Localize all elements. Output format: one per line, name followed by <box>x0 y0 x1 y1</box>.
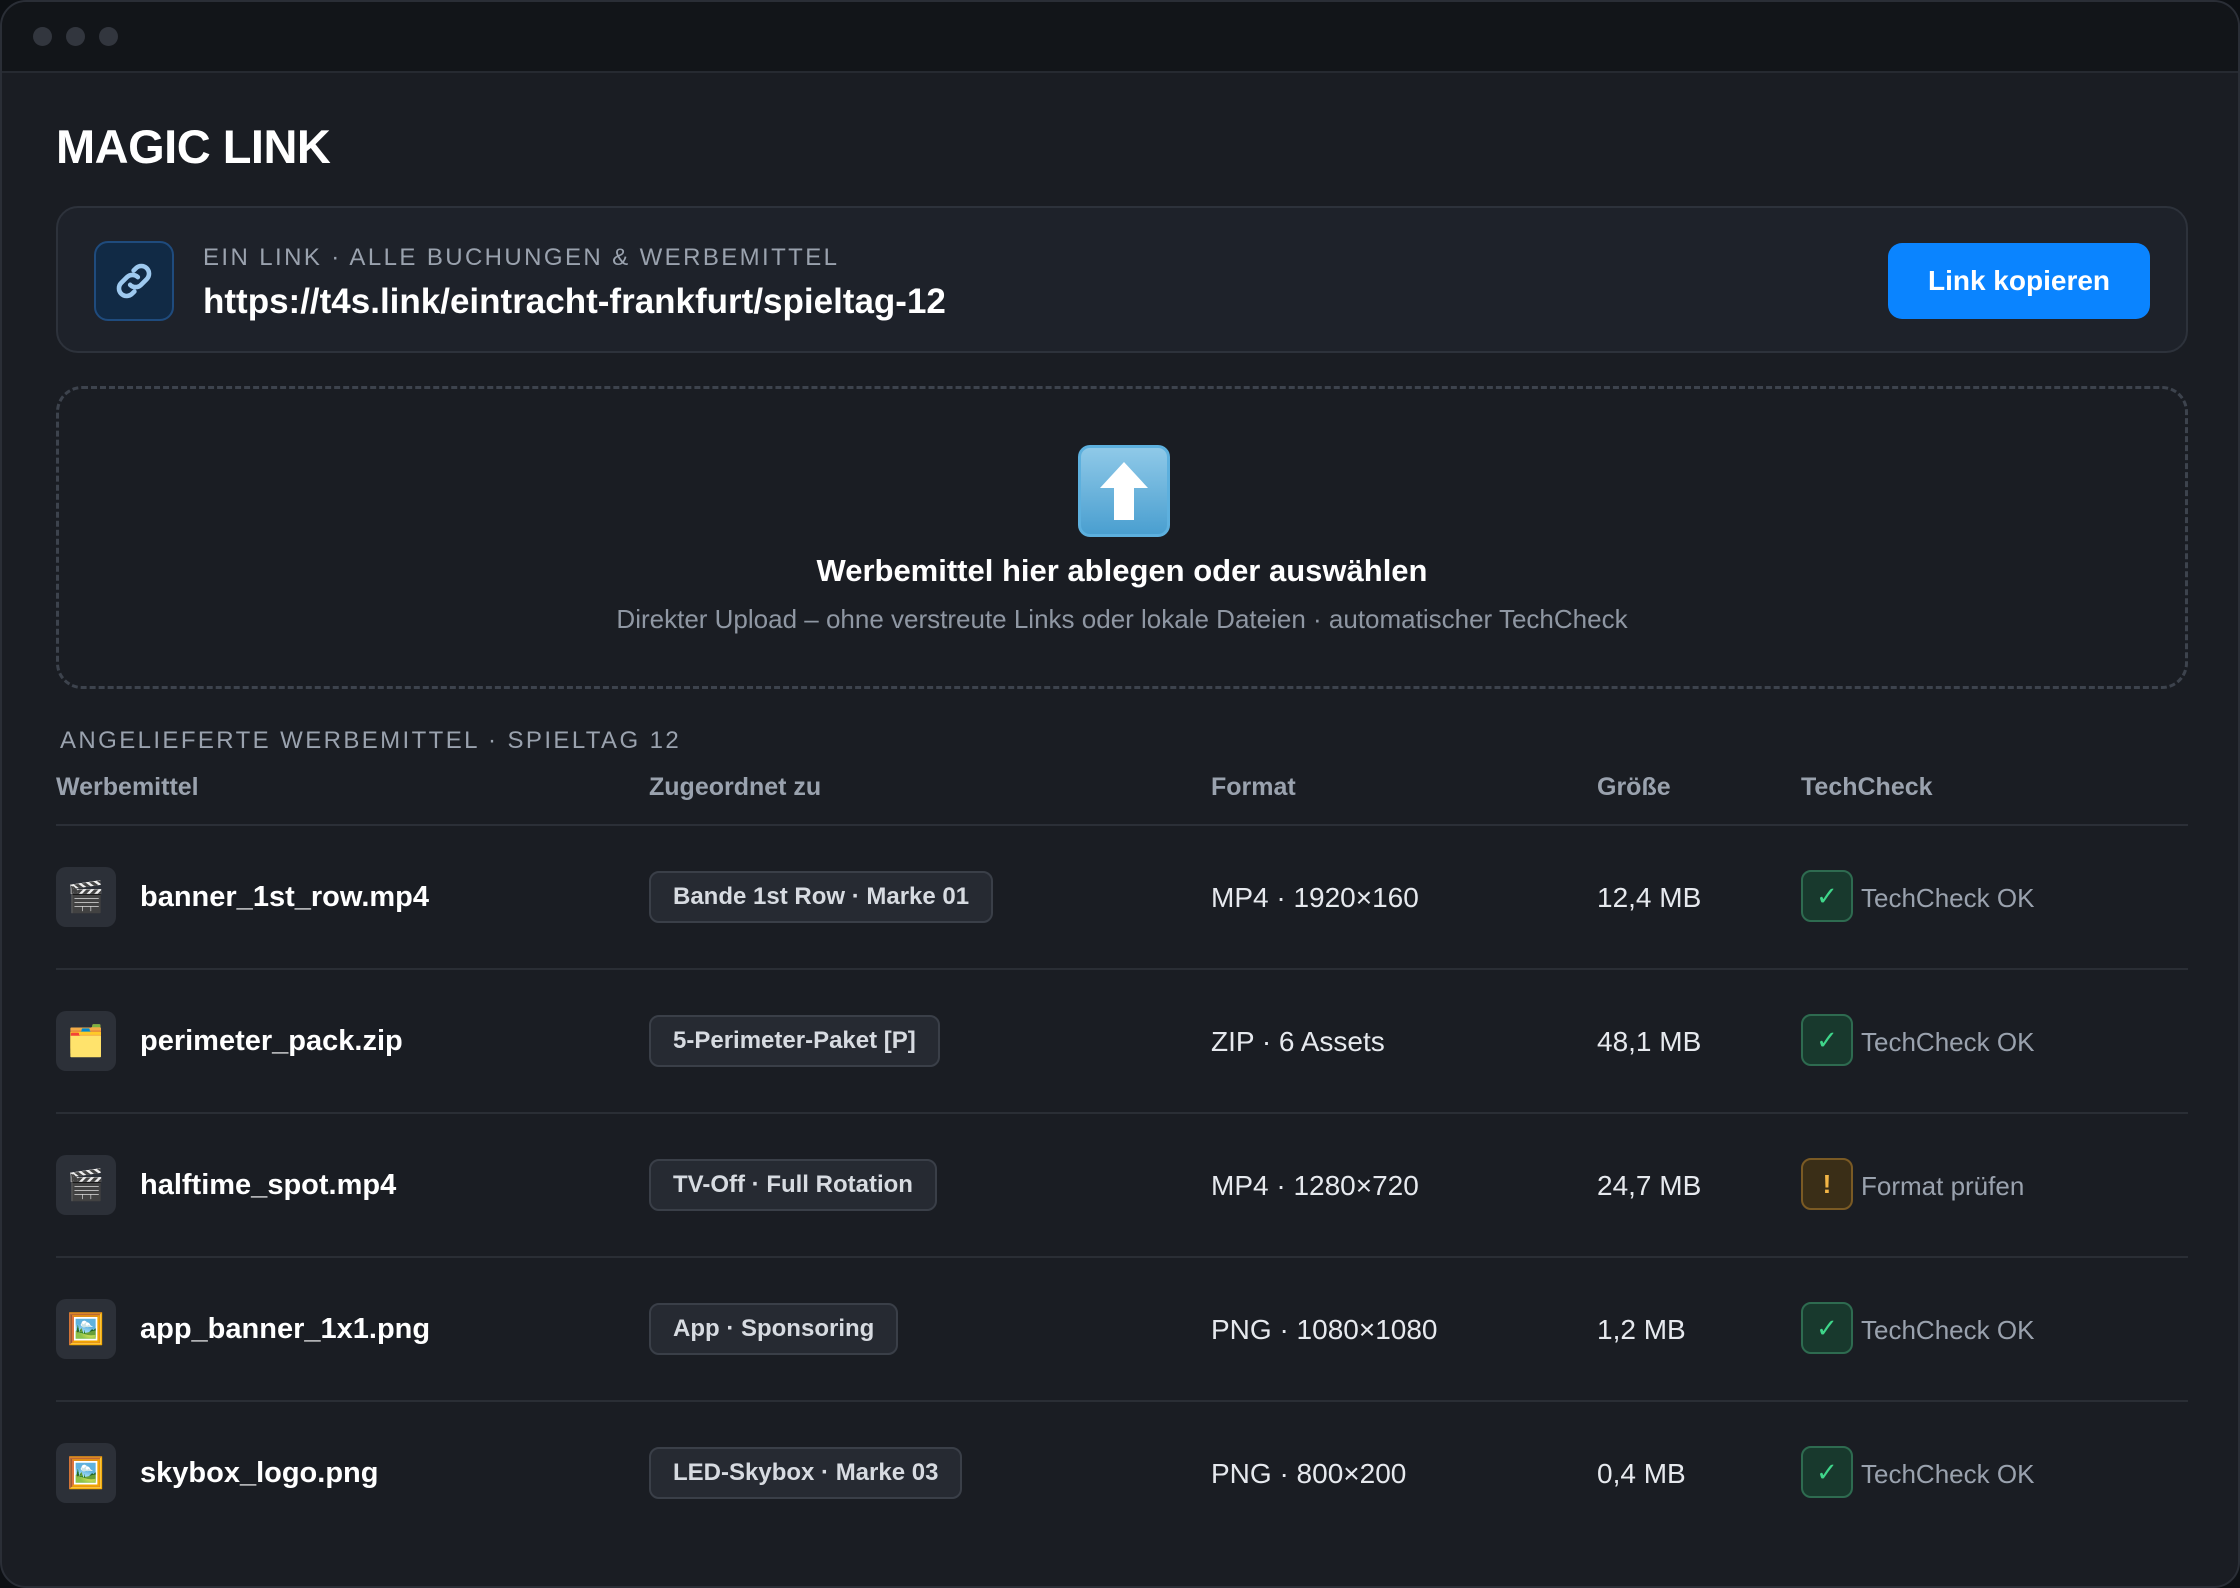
page-title: MAGIC LINK <box>56 120 331 173</box>
check-icon: ✓ <box>1801 1446 1853 1498</box>
file-name: app_banner_1x1.png <box>140 1313 431 1345</box>
folder-icon: 🗂️ <box>56 1011 116 1071</box>
dropzone-title: Werbemittel hier ablegen oder auswählen <box>816 553 1428 588</box>
link-texts: EIN LINK · ALLE BUCHUNGEN & WERBEMITTEL … <box>203 244 946 322</box>
file-name: banner_1st_row.mp4 <box>140 881 430 913</box>
warning-icon: ! <box>1801 1158 1853 1210</box>
file-name: halftime_spot.mp4 <box>140 1169 397 1201</box>
link-url[interactable]: https://t4s.link/eintracht-frankfurt/spi… <box>203 282 946 322</box>
window-minimize-dot[interactable] <box>66 27 85 46</box>
image-icon: 🖼️ <box>56 1443 116 1503</box>
file-format: ZIP · 6 Assets <box>1211 1026 1385 1057</box>
assignment-chip[interactable]: 5-Perimeter-Paket [P] <box>649 1015 940 1067</box>
header-groesse[interactable]: Größe <box>1597 773 1671 802</box>
table-row[interactable]: 🗂️ perimeter_pack.zip 5-Perimeter-Paket … <box>56 970 2188 1114</box>
check-icon: ✓ <box>1801 870 1853 922</box>
assignment-chip[interactable]: LED-Skybox · Marke 03 <box>649 1447 963 1499</box>
check-icon: ✓ <box>1801 1014 1853 1066</box>
table-row[interactable]: 🖼️ app_banner_1x1.png App · Sponsoring P… <box>56 1258 2188 1402</box>
file-format: MP4 · 1280×720 <box>1211 1170 1419 1201</box>
table-row[interactable]: 🎬 banner_1st_row.mp4 Bande 1st Row · Mar… <box>56 826 2188 970</box>
file-format: PNG · 1080×1080 <box>1211 1314 1438 1345</box>
app-window: MAGIC LINK EIN LINK · ALLE BUCHUNGEN & W… <box>0 0 2240 1588</box>
image-icon: 🖼️ <box>56 1299 116 1359</box>
magic-link-card: EIN LINK · ALLE BUCHUNGEN & WERBEMITTEL … <box>56 206 2188 353</box>
header-zugeordnet[interactable]: Zugeordnet zu <box>649 773 821 802</box>
file-size: 48,1 MB <box>1597 1026 1702 1057</box>
file-name: skybox_logo.png <box>140 1457 379 1489</box>
header-format[interactable]: Format <box>1211 773 1296 802</box>
file-format: PNG · 800×200 <box>1211 1458 1407 1489</box>
table-header: Werbemittel Zugeordnet zu Format Größe T… <box>56 770 2188 826</box>
copy-link-button[interactable]: Link kopieren <box>1888 243 2150 319</box>
title-bar <box>2 2 2238 73</box>
window-close-dot[interactable] <box>33 27 52 46</box>
section-label: ANGELIEFERTE WERBEMITTEL · SPIELTAG 12 <box>60 727 682 754</box>
header-techcheck[interactable]: TechCheck <box>1801 773 1933 802</box>
techcheck-status: TechCheck OK <box>1861 1315 2035 1345</box>
file-format: MP4 · 1920×160 <box>1211 882 1419 913</box>
header-werbemittel[interactable]: Werbemittel <box>56 773 199 802</box>
table-row[interactable]: 🖼️ skybox_logo.png LED-Skybox · Marke 03… <box>56 1402 2188 1546</box>
upload-dropzone[interactable]: Werbemittel hier ablegen oder auswählen … <box>56 386 2188 689</box>
file-size: 12,4 MB <box>1597 882 1702 913</box>
table-row[interactable]: 🎬 halftime_spot.mp4 TV-Off · Full Rotati… <box>56 1114 2188 1258</box>
file-size: 24,7 MB <box>1597 1170 1702 1201</box>
techcheck-status: TechCheck OK <box>1861 883 2035 913</box>
check-icon: ✓ <box>1801 1302 1853 1354</box>
window-maximize-dot[interactable] <box>99 27 118 46</box>
assignment-chip[interactable]: App · Sponsoring <box>649 1303 899 1355</box>
assets-table: Werbemittel Zugeordnet zu Format Größe T… <box>56 770 2188 1546</box>
techcheck-status: Format prüfen <box>1861 1171 2025 1201</box>
assignment-chip[interactable]: Bande 1st Row · Marke 01 <box>649 871 994 923</box>
file-size: 0,4 MB <box>1597 1458 1686 1489</box>
video-clapper-icon: 🎬 <box>56 867 116 927</box>
upload-arrow-icon <box>1078 445 1170 537</box>
techcheck-status: TechCheck OK <box>1861 1027 2035 1057</box>
file-name: perimeter_pack.zip <box>140 1025 403 1057</box>
assignment-chip[interactable]: TV-Off · Full Rotation <box>649 1159 937 1211</box>
dropzone-subtitle: Direkter Upload – ohne verstreute Links … <box>616 604 1628 634</box>
link-caption: EIN LINK · ALLE BUCHUNGEN & WERBEMITTEL <box>203 244 840 271</box>
techcheck-status: TechCheck OK <box>1861 1459 2035 1489</box>
link-icon <box>94 241 174 321</box>
file-size: 1,2 MB <box>1597 1314 1686 1345</box>
video-clapper-icon: 🎬 <box>56 1155 116 1215</box>
